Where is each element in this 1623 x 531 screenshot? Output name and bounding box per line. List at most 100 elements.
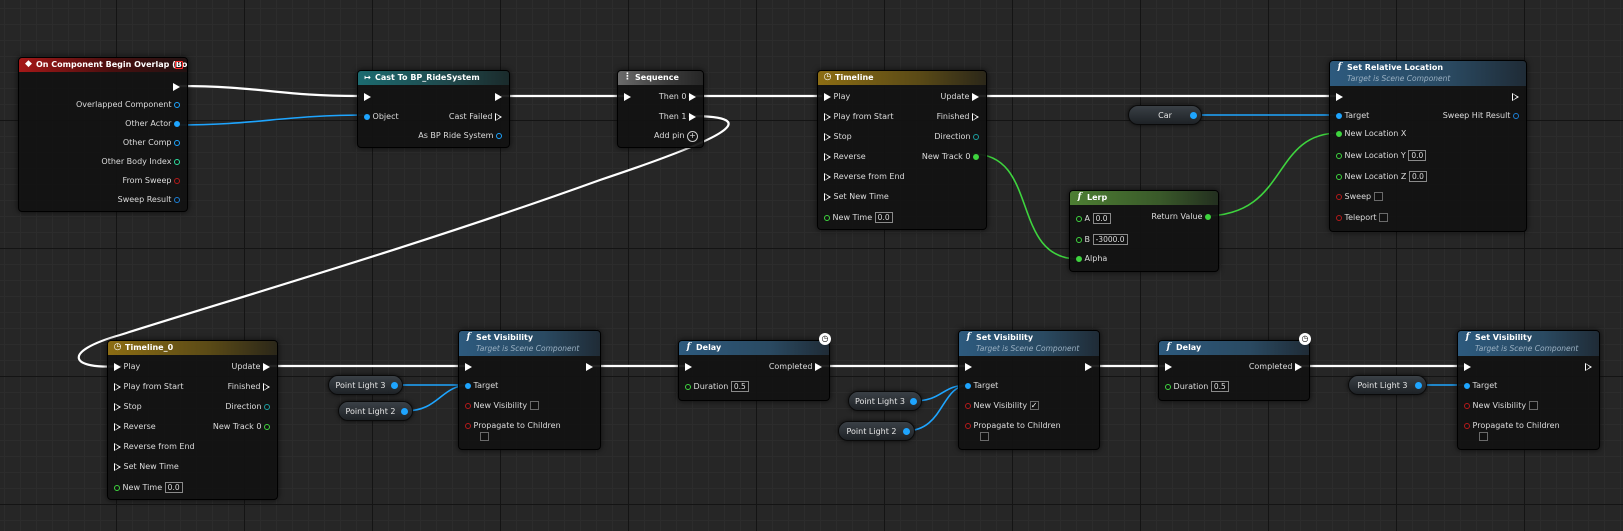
propagate-checkbox[interactable] — [1479, 432, 1488, 442]
pin-finished[interactable]: Finished — [937, 112, 979, 122]
pin-new-track-0[interactable]: New Track 0 — [213, 422, 270, 432]
pin-completed[interactable]: Completed — [769, 362, 822, 372]
new-visibility-checkbox[interactable] — [1528, 401, 1538, 410]
exec-in-pin[interactable] — [685, 362, 692, 372]
pin-from-sweep[interactable]: From Sweep — [123, 176, 180, 186]
pin-other-comp[interactable]: Other Comp — [123, 138, 180, 148]
pin-sweep-hit-result[interactable]: Sweep Hit Result — [1443, 111, 1519, 121]
exec-out-pin[interactable] — [173, 82, 180, 92]
pin-cast-failed[interactable]: Cast Failed — [449, 112, 502, 122]
pin-duration[interactable]: Duration 0.5 — [1165, 381, 1229, 392]
pin-new-time[interactable]: New Time 0.0 — [824, 212, 893, 223]
pin-new-track-0[interactable]: New Track 0 — [922, 152, 979, 162]
set-visibility-node-2[interactable]: f Set Visibility Target is Scene Compone… — [958, 330, 1100, 450]
pin-a[interactable]: A 0.0 — [1076, 213, 1111, 224]
pin-sweep[interactable]: Sweep — [1336, 192, 1383, 202]
delay-node-1[interactable]: f Delay Completed Duration 0.5 — [678, 340, 830, 401]
variable-point-light-2[interactable]: Point Light 2 — [338, 401, 413, 421]
object-pin[interactable] — [401, 408, 408, 415]
exec-in-pin[interactable] — [1165, 362, 1172, 372]
object-pin[interactable] — [910, 398, 917, 405]
pin-b[interactable]: B -3000.0 — [1076, 234, 1128, 245]
exec-out-pin[interactable] — [1512, 92, 1519, 102]
pin-as-bp-ride-system[interactable]: As BP Ride System — [418, 131, 502, 141]
pin-then-1[interactable]: Then 1 — [659, 112, 696, 122]
pin-new-time[interactable]: New Time 0.0 — [114, 482, 183, 493]
object-pin[interactable] — [391, 382, 398, 389]
propagate-checkbox[interactable] — [980, 432, 989, 442]
duration-field[interactable]: 0.5 — [730, 381, 749, 392]
pin-target[interactable]: Target — [965, 381, 998, 391]
teleport-checkbox[interactable] — [1379, 213, 1389, 222]
pin-then-0[interactable]: Then 0 — [659, 92, 696, 102]
a-field[interactable]: 0.0 — [1092, 213, 1111, 224]
pin-new-location-z[interactable]: New Location Z 0.0 — [1336, 171, 1427, 182]
pin-stop[interactable]: Stop — [824, 132, 852, 142]
new-time-field[interactable]: 0.0 — [874, 212, 893, 223]
pin-direction[interactable]: Direction — [225, 402, 270, 412]
pin-target[interactable]: Target — [465, 381, 498, 391]
set-visibility-node-3[interactable]: f Set Visibility Target is Scene Compone… — [1457, 330, 1600, 450]
pin-object[interactable]: Object — [364, 112, 399, 122]
pin-update[interactable]: Update — [231, 362, 270, 372]
pin-play[interactable]: Play — [824, 92, 850, 102]
pin-sweep-result[interactable]: Sweep Result — [118, 195, 180, 205]
variable-point-light-3[interactable]: Point Light 3 — [848, 391, 922, 411]
pin-completed[interactable]: Completed — [1249, 362, 1302, 372]
pin-return-value[interactable]: Return Value — [1151, 212, 1211, 222]
pin-new-location-x[interactable]: New Location X — [1336, 129, 1406, 139]
set-visibility-node-1[interactable]: f Set Visibility Target is Scene Compone… — [458, 330, 601, 450]
object-pin[interactable] — [903, 428, 910, 435]
b-field[interactable]: -3000.0 — [1092, 234, 1128, 245]
pin-new-location-y[interactable]: New Location Y 0.0 — [1336, 150, 1427, 161]
pin-other-actor[interactable]: Other Actor — [125, 119, 180, 129]
pin-finished[interactable]: Finished — [228, 382, 270, 392]
variable-car[interactable]: Car — [1128, 105, 1202, 125]
new-visibility-checkbox[interactable]: ✓ — [1029, 401, 1039, 410]
object-pin[interactable] — [1190, 112, 1197, 119]
exec-in-pin[interactable] — [965, 362, 972, 372]
pin-teleport[interactable]: Teleport — [1336, 213, 1389, 223]
exec-in-pin[interactable] — [1336, 92, 1343, 102]
exec-in-pin[interactable] — [624, 92, 631, 102]
pin-play[interactable]: Play — [114, 362, 140, 372]
duration-field[interactable]: 0.5 — [1210, 381, 1229, 392]
pin-reverse-from-end[interactable]: Reverse from End — [824, 172, 905, 182]
pin-set-new-time[interactable]: Set New Time — [824, 192, 889, 202]
propagate-checkbox[interactable] — [480, 432, 489, 442]
cast-node[interactable]: ↦ Cast To BP_RideSystem Object Cast Fail… — [357, 70, 510, 148]
variable-point-light-3[interactable]: Point Light 3 — [328, 375, 403, 395]
pin-other-body-index[interactable]: Other Body Index — [101, 157, 180, 167]
event-node-begin-overlap[interactable]: ◆ On Component Begin Overlap (Box) Overl… — [18, 57, 188, 212]
exec-in-pin[interactable] — [465, 362, 472, 372]
pin-reverse-from-end[interactable]: Reverse from End — [114, 442, 195, 452]
pin-alpha[interactable]: Alpha — [1076, 254, 1107, 264]
pin-duration[interactable]: Duration 0.5 — [685, 381, 749, 392]
object-pin[interactable] — [1415, 382, 1422, 389]
pin-target[interactable]: Target — [1464, 381, 1497, 391]
set-relative-location-node[interactable]: f Set Relative Location Target is Scene … — [1329, 60, 1527, 232]
new-visibility-checkbox[interactable] — [529, 401, 539, 410]
exec-out-pin[interactable] — [586, 362, 593, 372]
pin-overlapped-component[interactable]: Overlapped Component — [76, 100, 180, 110]
pin-propagate-to-children[interactable]: Propagate to Children — [965, 421, 1061, 431]
timeline-node[interactable]: ◷ Timeline Play Play from Start Stop Rev… — [817, 70, 987, 230]
exec-out-pin[interactable] — [1085, 362, 1092, 372]
pin-reverse[interactable]: Reverse — [824, 152, 866, 162]
pin-new-visibility[interactable]: New Visibility ✓ — [965, 401, 1039, 411]
y-field[interactable]: 0.0 — [1408, 150, 1427, 161]
add-pin-button[interactable]: Add pin + — [654, 131, 698, 142]
pin-new-visibility[interactable]: New Visibility — [465, 401, 539, 411]
exec-in-pin[interactable] — [1464, 362, 1471, 372]
delay-node-2[interactable]: f Delay Completed Duration 0.5 — [1158, 340, 1310, 401]
sweep-checkbox[interactable] — [1373, 192, 1383, 201]
variable-point-light-2[interactable]: Point Light 2 — [838, 421, 915, 441]
pin-reverse[interactable]: Reverse — [114, 422, 156, 432]
timeline-0-node[interactable]: ◷ Timeline_0 Play Play from Start Stop R… — [107, 340, 278, 500]
pin-propagate-to-children[interactable]: Propagate to Children — [1464, 421, 1560, 431]
pin-play-from-start[interactable]: Play from Start — [114, 382, 183, 392]
sequence-node[interactable]: ⋮ Sequence Then 0 Then 1 Add pin + — [617, 70, 704, 148]
exec-out-pin[interactable] — [495, 92, 502, 102]
pin-propagate-to-children[interactable]: Propagate to Children — [465, 421, 561, 431]
pin-target[interactable]: Target — [1336, 111, 1369, 121]
